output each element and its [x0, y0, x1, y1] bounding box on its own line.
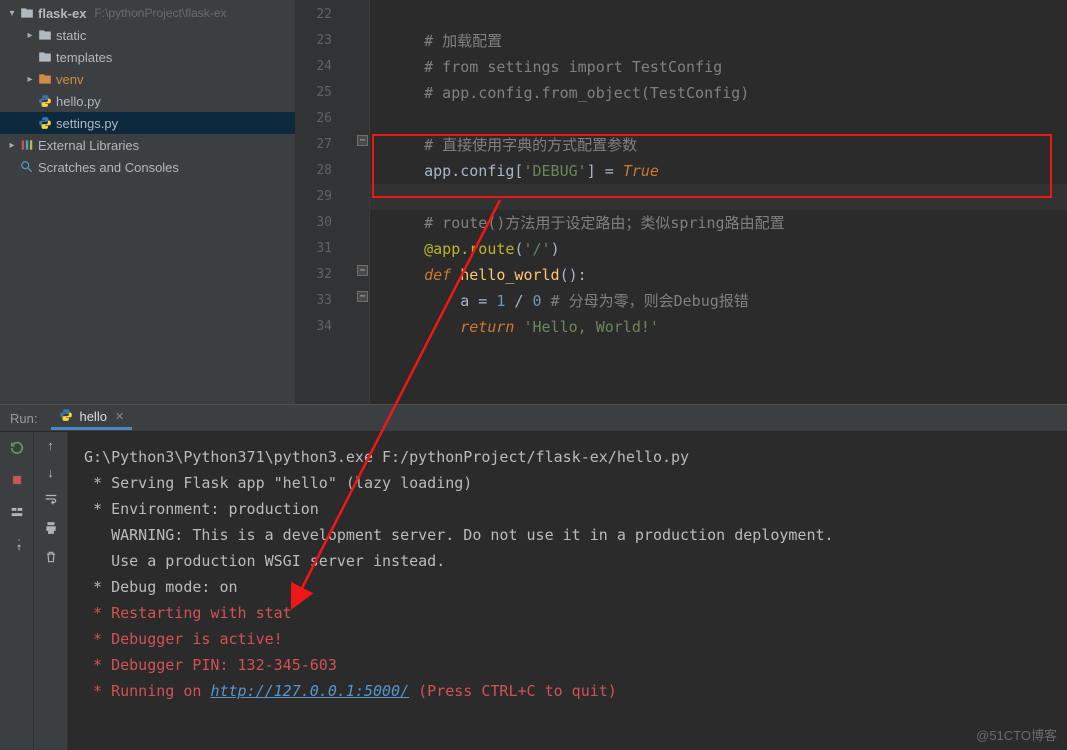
tree-item[interactable]: hello.py	[0, 90, 295, 112]
down-arrow-button[interactable]: ↓	[47, 465, 54, 480]
tree-item-label: static	[56, 28, 86, 43]
close-icon[interactable]: ✕	[115, 410, 124, 423]
chevron-icon[interactable]: ▸	[24, 74, 36, 85]
rerun-button[interactable]	[7, 438, 27, 458]
print-button[interactable]	[44, 521, 58, 538]
layout-button[interactable]	[7, 502, 27, 522]
stop-button[interactable]	[7, 470, 27, 490]
fold-marker-icon[interactable]: −	[357, 135, 368, 146]
pin-button[interactable]	[7, 534, 27, 554]
code-editor[interactable]: 22232425262728293031323334 − − − # 加载配置 …	[296, 0, 1067, 404]
folder-icon	[18, 6, 36, 20]
project-root[interactable]: ▾ flask-ex F:\pythonProject\flask-ex	[0, 2, 295, 24]
tree-item[interactable]: ▸ venv	[0, 68, 295, 90]
code-area[interactable]: # 加载配置 # from settings import TestConfig…	[370, 0, 1067, 404]
chevron-icon[interactable]: ▸	[24, 30, 36, 41]
chevron-down-icon[interactable]: ▾	[6, 8, 18, 19]
libraries-icon	[18, 138, 36, 152]
tree-item-label: settings.py	[56, 116, 118, 131]
external-libraries-label: External Libraries	[38, 138, 139, 153]
pyfile-icon	[36, 116, 54, 130]
run-tab-label: hello	[79, 409, 106, 424]
run-panel: ↑ ↓ G:\Python3\Python371\python3.exe F:/…	[0, 432, 1067, 750]
chevron-right-icon[interactable]: ▸	[6, 140, 18, 151]
run-tab[interactable]: hello ✕	[51, 406, 132, 430]
fold-marker-icon[interactable]: −	[357, 265, 368, 276]
run-toolbar-primary	[0, 432, 34, 750]
fold-marker-icon[interactable]: −	[357, 291, 368, 302]
run-panel-label: Run:	[10, 411, 37, 426]
run-toolbar-secondary: ↑ ↓	[34, 432, 68, 750]
python-icon	[59, 408, 73, 425]
pyfile-icon	[36, 94, 54, 108]
tree-item-label: hello.py	[56, 94, 101, 109]
run-panel-header[interactable]: Run: hello ✕	[0, 404, 1067, 432]
up-arrow-button[interactable]: ↑	[47, 438, 54, 453]
external-libraries[interactable]: ▸ External Libraries	[0, 134, 295, 156]
tree-item[interactable]: settings.py	[0, 112, 295, 134]
tree-item-label: templates	[56, 50, 112, 65]
project-name: flask-ex	[38, 6, 86, 21]
scratches-consoles[interactable]: Scratches and Consoles	[0, 156, 295, 178]
line-number-gutter[interactable]: 22232425262728293031323334	[296, 0, 356, 404]
project-sidebar[interactable]: ▾ flask-ex F:\pythonProject\flask-ex ▸ st…	[0, 0, 296, 404]
console-output[interactable]: G:\Python3\Python371\python3.exe F:/pyth…	[68, 432, 1067, 750]
trash-button[interactable]	[44, 550, 58, 567]
wrap-button[interactable]	[44, 492, 58, 509]
tree-item[interactable]: templates	[0, 46, 295, 68]
folder-icon	[36, 50, 54, 64]
scratches-icon	[18, 160, 36, 174]
scratches-label: Scratches and Consoles	[38, 160, 179, 175]
project-path: F:\pythonProject\flask-ex	[94, 6, 226, 20]
tree-item-label: venv	[56, 72, 83, 87]
fold-column[interactable]: − − −	[356, 0, 370, 404]
tree-item[interactable]: ▸ static	[0, 24, 295, 46]
watermark: @51CTO博客	[976, 725, 1057, 744]
folder-icon	[36, 72, 54, 86]
folder-icon	[36, 28, 54, 42]
